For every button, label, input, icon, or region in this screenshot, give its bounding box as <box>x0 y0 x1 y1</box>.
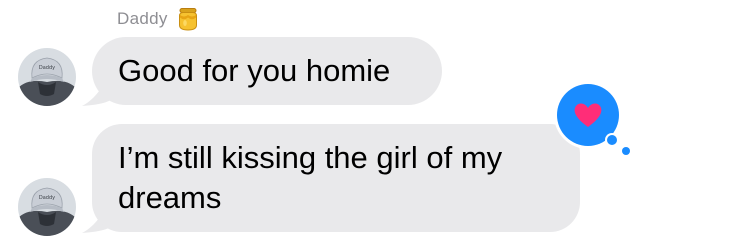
avatar-cap-text: Daddy <box>39 65 55 71</box>
tapback-bubble <box>554 82 631 156</box>
honey-pot-icon <box>178 8 197 31</box>
sender-name: Daddy <box>117 9 168 28</box>
message-text: Good for you homie <box>118 53 391 88</box>
message-text: I’m still kissing the girl of my dreams <box>118 140 503 215</box>
tapback-reaction[interactable] <box>549 82 633 158</box>
avatar-photo: Daddy <box>18 48 76 106</box>
message-bubble[interactable]: I’m still kissing the girl of my dreams <box>92 124 580 232</box>
sender-avatar[interactable]: Daddy <box>18 178 76 236</box>
message-bubble[interactable]: Good for you homie <box>92 37 442 105</box>
avatar-cap-text: Daddy <box>39 195 55 201</box>
avatar-photo: Daddy <box>18 178 76 236</box>
sender-header: Daddy <box>117 6 201 32</box>
sender-avatar[interactable]: Daddy <box>18 48 76 106</box>
